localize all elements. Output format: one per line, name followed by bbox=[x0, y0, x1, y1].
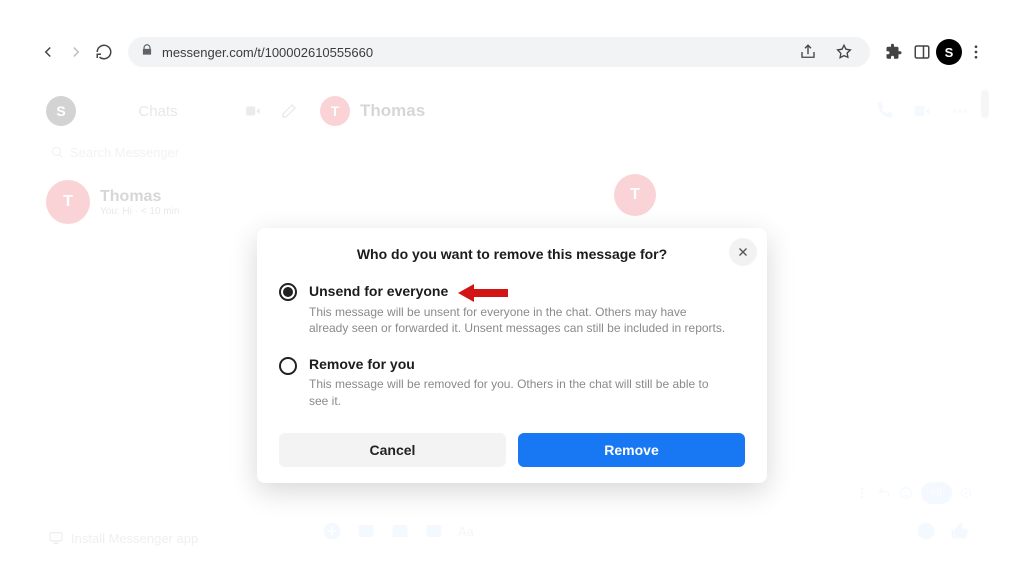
browser-profile-avatar[interactable]: S bbox=[936, 39, 962, 65]
browser-menu-icon[interactable] bbox=[962, 38, 990, 66]
option-label: Unsend for everyone bbox=[309, 283, 448, 299]
app-viewport: T Thomas S Chats Search Messenger bbox=[34, 88, 990, 554]
cancel-button[interactable]: Cancel bbox=[279, 433, 506, 467]
browser-toolbar: messenger.com/t/100002610555660 S bbox=[34, 22, 990, 82]
modal-actions: Cancel Remove bbox=[279, 433, 745, 467]
bookmark-star-icon[interactable] bbox=[830, 38, 858, 66]
option-description: This message will be removed for you. Ot… bbox=[309, 376, 729, 408]
modal-title: Who do you want to remove this message f… bbox=[279, 246, 745, 262]
modal-close-button[interactable] bbox=[729, 238, 757, 266]
share-icon[interactable] bbox=[794, 38, 822, 66]
option-unsend-everyone[interactable]: Unsend for everyone This message will be… bbox=[279, 282, 745, 336]
lock-icon bbox=[140, 43, 154, 62]
back-button[interactable] bbox=[34, 38, 62, 66]
option-remove-for-you[interactable]: Remove for you This message will be remo… bbox=[279, 356, 745, 408]
option-description: This message will be unsent for everyone… bbox=[309, 304, 729, 336]
remove-message-modal: Who do you want to remove this message f… bbox=[257, 228, 767, 483]
radio-selected[interactable] bbox=[279, 283, 297, 301]
close-icon bbox=[736, 245, 750, 259]
option-label: Remove for you bbox=[309, 356, 729, 372]
address-bar[interactable]: messenger.com/t/100002610555660 bbox=[128, 37, 870, 67]
forward-button[interactable] bbox=[62, 38, 90, 66]
url-text: messenger.com/t/100002610555660 bbox=[162, 45, 373, 60]
remove-button[interactable]: Remove bbox=[518, 433, 745, 467]
panel-icon[interactable] bbox=[908, 38, 936, 66]
annotation-arrow-icon bbox=[458, 282, 500, 300]
extensions-icon[interactable] bbox=[880, 38, 908, 66]
reload-button[interactable] bbox=[90, 38, 118, 66]
window-frame: messenger.com/t/100002610555660 S T Thom… bbox=[0, 0, 1024, 576]
radio-unselected[interactable] bbox=[279, 357, 297, 375]
